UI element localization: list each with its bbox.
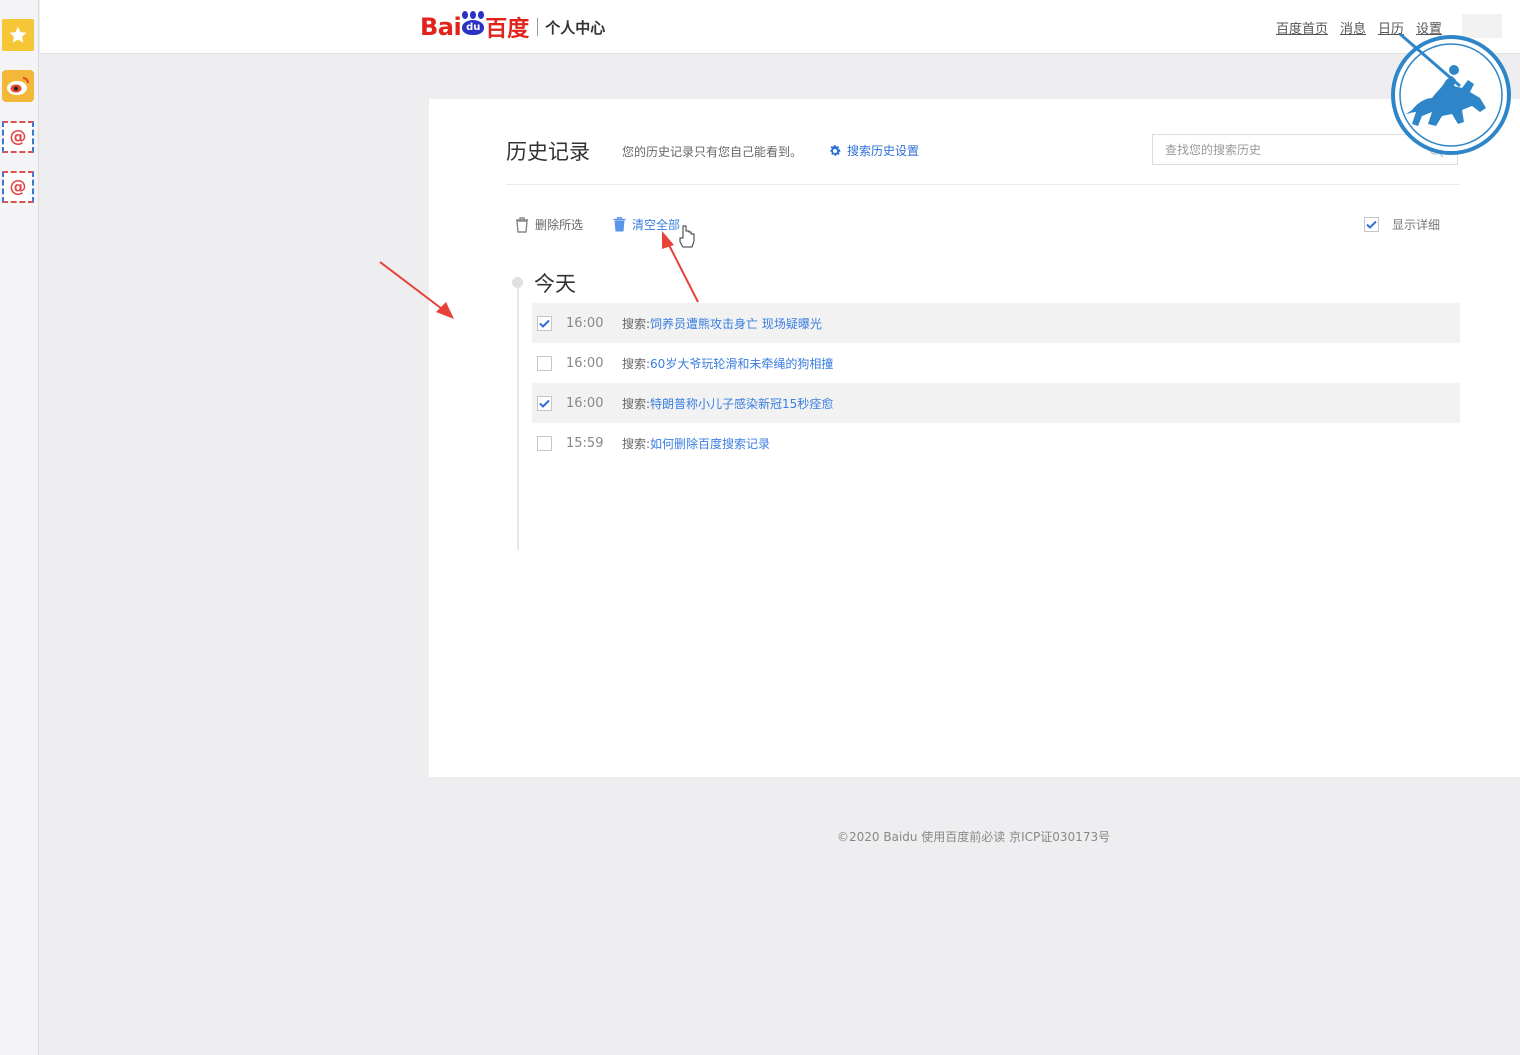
history-record: 16:00 搜索: 饲养员遭熊攻击身亡 现场疑曝光: [532, 303, 1460, 343]
record-prefix: 搜索:: [622, 356, 651, 371]
clear-all-button[interactable]: 清空全部: [613, 216, 680, 233]
record-query-link[interactable]: 饲养员遭熊攻击身亡 现场疑曝光: [650, 315, 822, 332]
baidu-paw-icon: du: [462, 11, 485, 35]
logo-cn-text: 百度: [485, 17, 530, 42]
weibo-icon[interactable]: [2, 70, 34, 102]
favorites-star-icon[interactable]: [2, 19, 34, 51]
history-record-list: 16:00 搜索: 饲养员遭熊攻击身亡 现场疑曝光 16:00 搜索: 60岁大…: [532, 303, 1460, 463]
record-checkbox[interactable]: [537, 435, 552, 451]
gear-icon: [830, 144, 841, 156]
page-title: 历史记录: [506, 140, 590, 164]
record-checkbox[interactable]: [537, 395, 552, 411]
personal-center-label: 个人中心: [545, 18, 606, 37]
logo-divider: [537, 18, 539, 36]
timeline-dot: [512, 277, 523, 288]
record-query-link[interactable]: 60岁大爷玩轮滑和未牵绳的狗相撞: [650, 355, 833, 372]
record-time: 16:00: [566, 315, 604, 331]
show-details-checkbox[interactable]: [1364, 217, 1379, 232]
record-query-link[interactable]: 特朗普称小儿子感染新冠15秒痊愈: [650, 395, 833, 412]
delete-selected-label: 删除所选: [535, 218, 584, 232]
history-panel: 历史记录 您的历史记录只有您自己能看到。 搜索历史设置 删除所选 清空全部 显示: [429, 99, 1520, 777]
search-history-settings-link[interactable]: 搜索历史设置: [828, 142, 919, 159]
privacy-note: 您的历史记录只有您自己能看到。: [622, 145, 803, 159]
history-search-input[interactable]: [1153, 135, 1415, 164]
show-details-toggle[interactable]: 显示详细: [1364, 216, 1440, 233]
record-prefix: 搜索:: [622, 436, 651, 451]
mail-icon[interactable]: @: [2, 171, 34, 203]
show-details-label: 显示详细: [1392, 218, 1441, 232]
timeline-line: [517, 280, 519, 550]
history-record: 16:00 搜索: 60岁大爷玩轮滑和未牵绳的狗相撞: [532, 343, 1460, 383]
record-query-link[interactable]: 如何删除百度搜索记录: [650, 435, 770, 452]
history-record: 16:00 搜索: 特朗普称小儿子感染新冠15秒痊愈: [532, 383, 1460, 423]
knight-emblem-icon: [1391, 32, 1511, 155]
baidu-logo[interactable]: Bai du 百度 个人中心: [420, 10, 605, 44]
trash-outline-icon: [516, 216, 528, 233]
record-time: 16:00: [566, 395, 604, 411]
record-checkbox[interactable]: [537, 355, 552, 371]
mail-icon[interactable]: @: [2, 121, 34, 153]
header-divider: [506, 184, 1460, 185]
logo-text: Bai: [420, 13, 462, 41]
record-time: 15:59: [566, 435, 604, 451]
footer-copyright: ©2020 Baidu 使用百度前必读 京ICP证030173号: [837, 830, 1111, 844]
settings-link-label: 搜索历史设置: [847, 144, 920, 158]
trash-icon: [613, 217, 626, 232]
day-heading: 今天: [534, 272, 576, 296]
record-prefix: 搜索:: [622, 396, 651, 411]
record-prefix: 搜索:: [622, 316, 651, 331]
nav-home-link[interactable]: 百度首页: [1276, 18, 1328, 37]
app-sidebar: @ @: [0, 0, 39, 1055]
history-record: 15:59 搜索: 如何删除百度搜索记录: [532, 423, 1460, 463]
clear-all-label: 清空全部: [632, 218, 681, 232]
delete-selected-button[interactable]: 删除所选: [515, 216, 583, 233]
nav-messages-link[interactable]: 消息: [1340, 18, 1366, 37]
record-checkbox[interactable]: [537, 315, 552, 331]
top-header: Bai du 百度 个人中心 百度首页 消息 日历 设置: [40, 0, 1520, 54]
record-time: 16:00: [566, 355, 604, 371]
